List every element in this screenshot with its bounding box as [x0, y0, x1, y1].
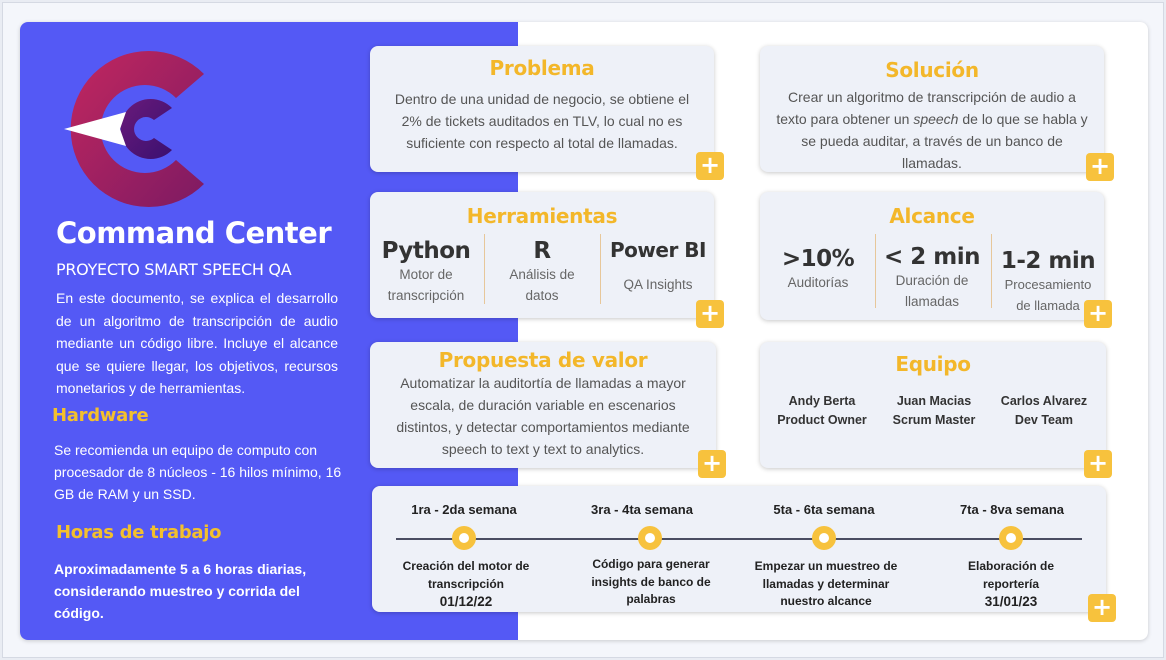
alcance-value: 1-2 min	[1000, 248, 1096, 274]
tool-desc: QA Insights	[623, 277, 693, 292]
hours-text: Aproximadamente 5 a 6 horas diarias, con…	[54, 561, 307, 621]
timeline-phase-desc: Empezar un muestreo de llamadas y determ…	[744, 558, 908, 611]
divider	[875, 234, 876, 308]
alcance-card: Alcance >10% Auditorías < 2 min Duración…	[760, 192, 1104, 320]
alcance-expand-button plus-icon[interactable]: +	[1084, 300, 1112, 328]
project-subtitle: PROYECTO SMART SPEECH QA	[56, 260, 292, 279]
alcance-value: < 2 min	[883, 244, 981, 270]
timeline-milestone-dot	[452, 526, 476, 550]
slide-panel: Command Center PROYECTO SMART SPEECH QA …	[20, 22, 1148, 640]
phase-desc: Empezar un muestreo de llamadas y determ…	[754, 559, 898, 608]
tool-r: R Análisis de datos	[492, 238, 592, 306]
project-description: En este documento, se explica el desarro…	[56, 290, 338, 396]
alcance-duracion: < 2 min Duración de llamadas	[878, 244, 986, 312]
timeline-phase-label: 7ta - 8va semana	[959, 502, 1065, 517]
timeline-phase-desc: Elaboración de reportería 31/01/23	[950, 558, 1072, 611]
herramientas-card: Herramientas Python Motor de transcripci…	[370, 192, 714, 318]
tool-name: Power BI	[610, 238, 706, 262]
solucion-text: Crear un algoritmo de transcripción de a…	[776, 86, 1088, 174]
alcance-desc: Auditorías	[787, 275, 849, 290]
timeline-phase-desc: Creación del motor de transcripción 01/1…	[394, 558, 538, 611]
propuesta-text: Automatizar la auditortía de llamadas a …	[396, 375, 690, 457]
command-center-logo	[64, 51, 205, 208]
tool-desc: Motor de transcripción	[387, 267, 465, 303]
equipo-expand-button plus-icon[interactable]: +	[1084, 450, 1112, 478]
hardware-text: Se recomienda un equipo de computo con p…	[54, 442, 342, 502]
divider	[600, 234, 601, 304]
phase-date: 31/01/23	[984, 594, 1038, 609]
solucion-text-emphasis: speech	[913, 111, 959, 127]
member-role: Dev Team	[1014, 413, 1074, 427]
member-role: Scrum Master	[892, 413, 976, 427]
team-member: Andy Berta Product Owner	[766, 392, 878, 430]
alcance-heading: Alcance	[889, 204, 975, 228]
timeline-phase-label: 5ta - 6ta semana	[773, 502, 875, 517]
phase-desc: Código para generar insights de banco de…	[591, 557, 711, 606]
problema-heading: Problema	[489, 56, 595, 80]
timeline-milestone-dot	[638, 526, 662, 550]
alcance-auditorias: >10% Auditorías	[764, 246, 872, 293]
team-member: Carlos Alvarez Dev Team	[986, 392, 1102, 430]
divider	[484, 234, 485, 304]
timeline-card: 1ra - 2da semana 3ra - 4ta semana 5ta - …	[372, 486, 1106, 612]
timeline-axis	[396, 538, 1082, 540]
problema-card: Problema Dentro de una unidad de negocio…	[370, 46, 714, 172]
member-name: Juan Macias	[896, 394, 972, 408]
equipo-heading: Equipo	[895, 352, 971, 376]
herramientas-expand-button plus-icon[interactable]: +	[696, 300, 724, 328]
team-member: Juan Macias Scrum Master	[878, 392, 990, 430]
tool-name: Python	[381, 238, 471, 264]
alcance-desc: Duración de llamadas	[895, 273, 969, 309]
phase-desc: Creación del motor de transcripción	[402, 559, 530, 591]
propuesta-heading: Propuesta de valor	[438, 348, 648, 372]
phase-date: 01/12/22	[439, 594, 493, 609]
divider	[991, 234, 992, 308]
solucion-heading: Solución	[885, 58, 979, 82]
hours-heading: Horas de trabajo	[56, 522, 222, 543]
timeline-phase-label: 1ra - 2da semana	[411, 502, 517, 517]
herramientas-heading: Herramientas	[466, 204, 618, 228]
solucion-card: Solución Crear un algoritmo de transcrip…	[760, 46, 1104, 172]
problema-text: Dentro de una unidad de negocio, se obti…	[394, 91, 690, 151]
tool-python: Python Motor de transcripción	[376, 238, 476, 306]
timeline-expand-button plus-icon[interactable]: +	[1088, 594, 1116, 622]
timeline-phase-desc: Código para generar insights de banco de…	[584, 556, 718, 609]
member-role: Product Owner	[777, 413, 867, 427]
tool-powerbi: Power BI QA Insights	[604, 238, 712, 295]
timeline-milestone-dot	[999, 526, 1023, 550]
member-name: Andy Berta	[788, 394, 856, 408]
hardware-heading: Hardware	[52, 405, 149, 426]
solucion-expand-button plus-icon[interactable]: +	[1086, 153, 1114, 181]
propuesta-expand-button plus-icon[interactable]: +	[698, 450, 726, 478]
tool-name: R	[533, 238, 551, 264]
equipo-card: Equipo Andy Berta Product Owner Juan Mac…	[760, 342, 1106, 468]
timeline-milestone-dot	[812, 526, 836, 550]
timeline-phase-label: 3ra - 4ta semana	[591, 502, 693, 517]
member-name: Carlos Alvarez	[1000, 394, 1088, 408]
tool-desc: Análisis de datos	[509, 267, 575, 303]
propuesta-card: Propuesta de valor Automatizar la audito…	[370, 342, 716, 468]
phase-desc: Elaboración de reportería	[967, 559, 1055, 591]
alcance-value: >10%	[781, 246, 855, 272]
problema-expand-button plus-icon[interactable]: +	[696, 152, 724, 180]
app-title: Command Center	[56, 216, 332, 250]
